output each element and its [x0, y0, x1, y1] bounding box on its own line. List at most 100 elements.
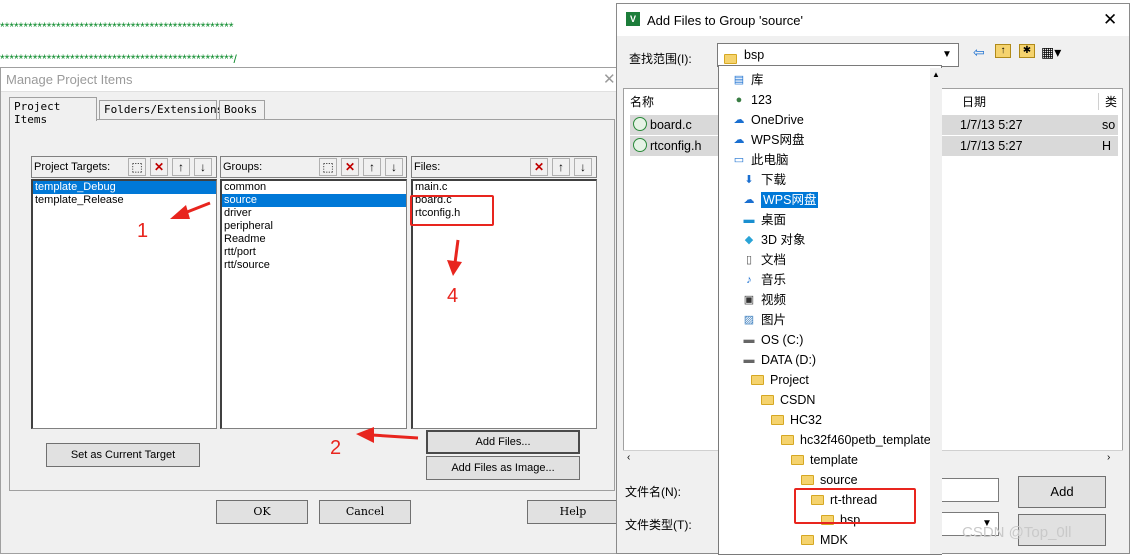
- dropdown-item[interactable]: ▤ 库: [731, 70, 764, 90]
- dropdown-item-label: 音乐: [761, 273, 787, 287]
- folder-icon: [771, 414, 784, 425]
- dropdown-item-label: CSDN: [780, 393, 816, 407]
- library-icon: ▤: [733, 73, 745, 86]
- dropdown-item-label: template: [810, 453, 858, 467]
- dropdown-item[interactable]: ▭ 此电脑: [731, 150, 789, 170]
- vertical-scrollbar[interactable]: ▲: [930, 68, 942, 554]
- up-folder-icon[interactable]: ↑: [995, 44, 1011, 58]
- column-date[interactable]: 日期: [962, 93, 986, 110]
- document-icon: ▯: [745, 253, 753, 266]
- dropdown-item[interactable]: ● 123: [731, 90, 772, 110]
- filetype-label: 文件类型(T):: [625, 518, 692, 532]
- folder-highlight-box: [794, 488, 916, 524]
- dropdown-item[interactable]: ▨ 图片: [741, 310, 786, 330]
- files-highlight-box: [410, 195, 494, 226]
- cloud-icon: ☁: [733, 113, 745, 126]
- cube-icon: ◆: [744, 233, 754, 246]
- dropdown-item[interactable]: ☁ WPS网盘: [741, 190, 819, 210]
- annotation-2: 2: [330, 437, 342, 459]
- dropdown-item-label: MDK: [820, 533, 848, 547]
- dropdown-item-label: 123: [751, 93, 772, 107]
- cloud-icon: ☁: [733, 133, 745, 146]
- user-icon: ●: [735, 93, 743, 106]
- file-type: so: [1102, 118, 1116, 132]
- tab-project-items[interactable]: Project Items: [9, 97, 97, 126]
- dropdown-item-label: HC32: [790, 413, 822, 427]
- dropdown-item[interactable]: ▯ 文档: [741, 250, 786, 270]
- dropdown-item[interactable]: hc32f460petb_template: [781, 430, 931, 450]
- dropdown-item[interactable]: template: [791, 450, 858, 470]
- folder-icon: [761, 394, 774, 405]
- chevron-down-icon[interactable]: ▼: [942, 49, 952, 60]
- dropdown-item-label: hc32f460petb_template: [800, 433, 931, 447]
- drive-icon: ▬: [743, 333, 755, 346]
- look-in-label: 查找范围(I):: [629, 52, 692, 66]
- close-icon[interactable]: ✕: [1103, 10, 1117, 30]
- dropdown-item-label: 此电脑: [751, 153, 789, 167]
- look-in-dropdown[interactable]: ▤ 库 ● 123 ☁ OneDrive ☁ WPS网盘 ▭ 此电脑 ⬇ 下载 ☁ WPS网盘 ▬ 桌面 ◆ 3D…: [718, 65, 942, 555]
- dropdown-item-label: WPS网盘: [761, 192, 819, 208]
- new-folder-icon[interactable]: ✱: [1019, 44, 1035, 58]
- annotation-4: 4: [447, 285, 459, 307]
- c-file-icon: [633, 138, 647, 152]
- dropdown-item[interactable]: ▬ 桌面: [741, 210, 787, 230]
- picture-icon: ▨: [743, 313, 755, 326]
- dropdown-item[interactable]: ▣ 视频: [741, 290, 786, 310]
- filename-input[interactable]: [937, 478, 999, 502]
- dropdown-item-label: 文档: [761, 253, 787, 267]
- file-date: 1/7/13 5:27: [960, 139, 1023, 153]
- file-type: H: [1102, 139, 1112, 153]
- dropdown-item[interactable]: CSDN: [761, 390, 815, 410]
- dropdown-item-label: OneDrive: [751, 113, 804, 127]
- dropdown-item-label: 3D 对象: [761, 233, 806, 247]
- scroll-up-icon[interactable]: ▲: [932, 70, 940, 79]
- computer-icon: ▭: [733, 153, 745, 166]
- dropdown-item-label: 图片: [761, 313, 787, 327]
- filename-label: 文件名(N):: [625, 485, 681, 499]
- desktop-icon: ▬: [743, 213, 755, 226]
- c-file-icon: [633, 117, 647, 131]
- column-name[interactable]: 名称: [630, 93, 654, 110]
- dropdown-item[interactable]: ♪ 音乐: [741, 270, 786, 290]
- dropdown-item-label: 视频: [761, 293, 787, 307]
- folder-icon: [751, 374, 764, 385]
- dropdown-item[interactable]: MDK: [801, 530, 848, 550]
- back-icon[interactable]: ⇦: [973, 44, 985, 61]
- dropdown-item[interactable]: source: [801, 470, 858, 490]
- folder-icon: [724, 53, 737, 64]
- folder-icon: [801, 534, 814, 545]
- music-icon: ♪: [746, 273, 752, 286]
- folder-icon: [801, 474, 814, 485]
- add-button[interactable]: Add: [1018, 476, 1106, 508]
- video-icon: ▣: [743, 293, 755, 306]
- dropdown-item[interactable]: ▬ DATA (D:): [741, 350, 817, 370]
- dropdown-item[interactable]: HC32: [771, 410, 822, 430]
- dropdown-item[interactable]: Project: [751, 370, 809, 390]
- dropdown-item[interactable]: ▬ OS (C:): [741, 330, 804, 350]
- dropdown-item-label: WPS网盘: [751, 133, 805, 147]
- scroll-left-icon[interactable]: ‹: [627, 452, 630, 463]
- dropdown-item-label: source: [820, 473, 858, 487]
- keil-app-icon: V: [626, 12, 640, 26]
- dialog-titlebar: V Add Files to Group 'source' ✕: [617, 4, 1129, 36]
- dropdown-item-label: OS (C:): [761, 333, 804, 347]
- look-in-combo[interactable]: bsp ▼: [717, 43, 959, 67]
- view-menu-icon[interactable]: ▦▾: [1041, 44, 1061, 61]
- dropdown-item-label: 下载: [761, 173, 787, 187]
- folder-icon: [781, 434, 794, 445]
- dropdown-item-label: DATA (D:): [761, 353, 817, 367]
- look-in-value: bsp: [744, 48, 765, 62]
- dropdown-item-label: 桌面: [761, 213, 787, 227]
- scroll-right-icon[interactable]: ›: [1107, 452, 1110, 463]
- dropdown-item[interactable]: ◆ 3D 对象: [741, 230, 806, 250]
- download-icon: ⬇: [744, 173, 754, 186]
- dropdown-item-label: 库: [751, 73, 764, 87]
- dropdown-item[interactable]: ☁ OneDrive: [731, 110, 804, 130]
- file-date: 1/7/13 5:27: [960, 118, 1023, 132]
- folder-icon: [791, 454, 804, 465]
- column-type[interactable]: 类: [1098, 93, 1117, 110]
- watermark: CSDN @Top_0ll: [962, 524, 1072, 541]
- dropdown-item[interactable]: ☁ WPS网盘: [731, 130, 805, 150]
- add-files-dialog: V Add Files to Group 'source' ✕ 查找范围(I):…: [616, 3, 1130, 555]
- dropdown-item[interactable]: ⬇ 下载: [741, 170, 786, 190]
